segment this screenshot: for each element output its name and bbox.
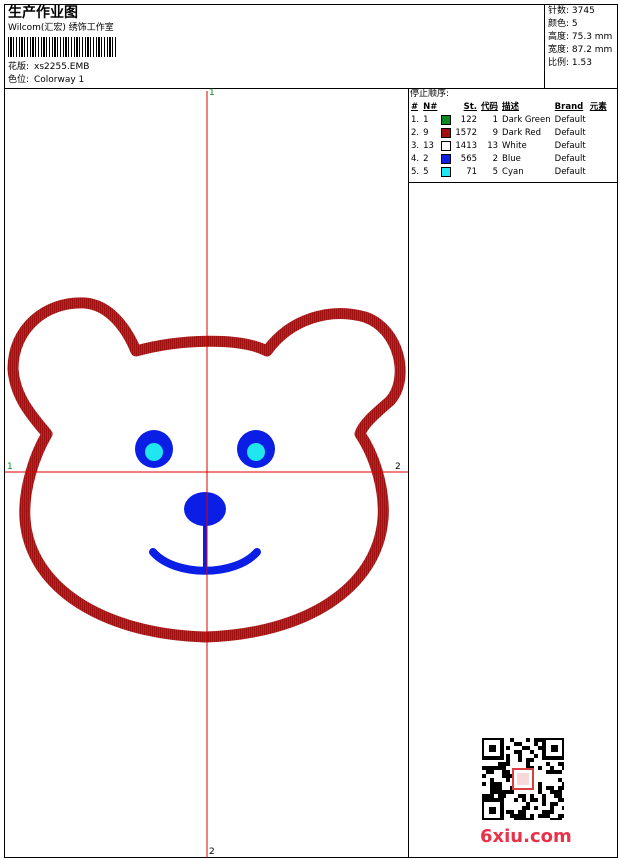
- nose: [184, 492, 226, 526]
- col-index: #: [411, 102, 419, 112]
- company-name: Wilcom(汇宏) 绣饰工作室: [8, 23, 114, 33]
- header-divider: [544, 4, 545, 88]
- color-swatch: [441, 140, 452, 151]
- row-needle: 5: [423, 167, 429, 177]
- row-code: 5: [492, 167, 499, 177]
- row-description: Cyan: [502, 167, 524, 177]
- row-index: 3.: [411, 141, 420, 151]
- row-description: Dark Red: [502, 128, 542, 138]
- row-stitches: 565: [460, 154, 478, 164]
- colorway-name: Colorway 1: [34, 75, 85, 85]
- site-logo[interactable]: 6xiu.com: [480, 826, 572, 847]
- color-swatch: [441, 166, 452, 177]
- embroidery-canvas: [5, 91, 408, 858]
- row-code: 1: [492, 115, 499, 125]
- row-description: Dark Green: [502, 115, 551, 125]
- row-element: [588, 127, 609, 140]
- color-swatch: [441, 114, 452, 125]
- row-element: [588, 166, 609, 179]
- col-description: 描述: [502, 102, 520, 112]
- row-swatch: [439, 140, 453, 153]
- row-swatch: [439, 114, 453, 127]
- row-element: [588, 140, 609, 153]
- stop-sequence-title: 停止顺序:: [410, 89, 450, 99]
- row-stitches: 71: [466, 167, 478, 177]
- right-eye-highlight: [247, 443, 265, 461]
- row-needle: 2: [423, 154, 429, 164]
- col-element: 元素: [589, 102, 607, 112]
- design-name: xs2255.EMB: [34, 62, 90, 72]
- col-needle: N#: [423, 102, 438, 112]
- row-index: 5.: [411, 167, 420, 177]
- stop-row: 1. 1 122 1 Dark Green Default: [409, 114, 609, 127]
- row-code: 9: [492, 128, 499, 138]
- row-brand: Default: [554, 167, 586, 177]
- row-needle: 9: [423, 128, 429, 138]
- row-needle: 13: [423, 141, 434, 151]
- row-code: 2: [492, 154, 499, 164]
- stat-scale: 比例: 1.53: [548, 58, 592, 68]
- stop-row: 5. 5 71 5 Cyan Default: [409, 166, 609, 179]
- row-brand: Default: [554, 128, 586, 138]
- table-bottom-line: [408, 182, 618, 183]
- row-stitches: 122: [460, 115, 478, 125]
- color-swatch: [441, 127, 452, 138]
- row-brand: Default: [554, 154, 586, 164]
- design-label: 花版:: [8, 62, 30, 72]
- axis-label-bottom: 2: [209, 847, 215, 857]
- row-needle: 1: [423, 115, 429, 125]
- stop-table-header: # N# St. 代码 描述 Brand 元素: [409, 101, 609, 114]
- row-swatch: [439, 127, 453, 140]
- row-description: White: [502, 141, 527, 151]
- row-stitches: 1572: [455, 128, 478, 138]
- stat-stitches: 针数: 3745: [548, 6, 595, 16]
- stop-row: 3. 13 1413 13 White Default: [409, 140, 609, 153]
- row-code: 13: [487, 141, 499, 151]
- row-stitches: 1413: [455, 141, 478, 151]
- row-element: [588, 153, 609, 166]
- row-index: 1.: [411, 115, 420, 125]
- stat-height: 高度: 75.3 mm: [548, 32, 613, 42]
- row-element: [588, 114, 609, 127]
- stop-row: 2. 9 1572 9 Dark Red Default: [409, 127, 609, 140]
- axis-label-top: 1: [209, 88, 215, 98]
- stop-row: 4. 2 565 2 Blue Default: [409, 153, 609, 166]
- colorway-label: 色位:: [8, 75, 30, 85]
- row-swatch: [439, 166, 453, 179]
- stat-colors: 颜色: 5: [548, 19, 578, 29]
- page-title: 生产作业图: [8, 5, 78, 21]
- row-index: 2.: [411, 128, 420, 138]
- column-divider: [408, 88, 409, 858]
- row-swatch: [439, 153, 453, 166]
- stop-sequence-table: # N# St. 代码 描述 Brand 元素 1. 1 122 1 Dark Gree…: [409, 101, 609, 179]
- col-swatch: [439, 101, 453, 114]
- col-code: 代码: [481, 102, 499, 112]
- col-stitches: St.: [463, 102, 478, 112]
- left-eye-highlight: [145, 443, 163, 461]
- barcode: [8, 37, 118, 57]
- row-index: 4.: [411, 154, 420, 164]
- axis-label-left: 1: [7, 462, 13, 472]
- axis-label-right: 2: [395, 462, 401, 472]
- qr-code: [482, 738, 564, 820]
- col-brand: Brand: [554, 102, 584, 112]
- color-swatch: [441, 153, 452, 164]
- row-description: Blue: [502, 154, 521, 164]
- stat-width: 宽度: 87.2 mm: [548, 45, 613, 55]
- row-brand: Default: [554, 115, 586, 125]
- row-brand: Default: [554, 141, 586, 151]
